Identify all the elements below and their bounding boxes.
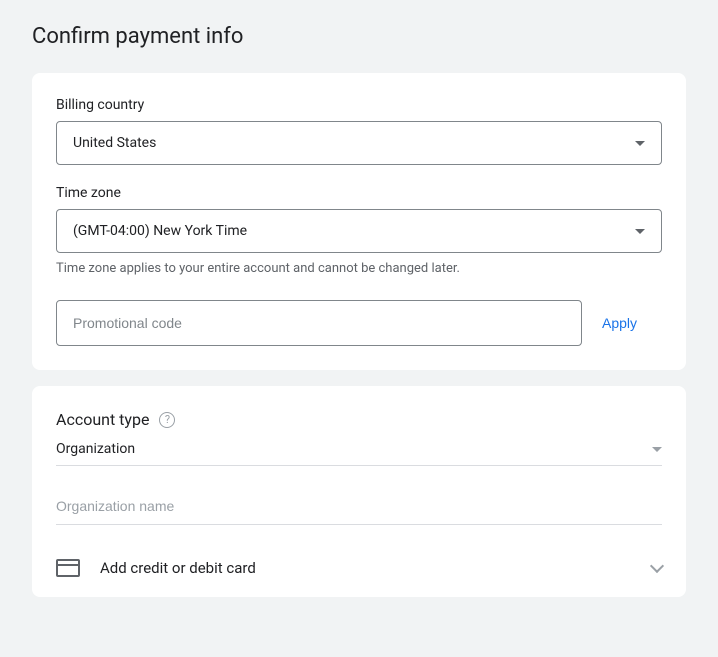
- promo-row: Apply: [56, 300, 662, 346]
- credit-card-icon: [56, 559, 80, 577]
- billing-card: Billing country United States Time zone …: [32, 73, 686, 370]
- billing-country-select[interactable]: United States: [56, 121, 662, 165]
- billing-country-group: Billing country United States: [56, 97, 662, 165]
- add-card-label: Add credit or debit card: [100, 559, 632, 577]
- chevron-down-icon: [650, 559, 664, 573]
- apply-button[interactable]: Apply: [598, 307, 641, 339]
- billing-country-value: United States: [73, 135, 156, 151]
- chevron-down-icon: [635, 141, 645, 146]
- timezone-value: (GMT-04:00) New York Time: [73, 223, 247, 239]
- account-type-label: Account type: [56, 410, 149, 429]
- account-type-select[interactable]: Organization: [56, 435, 662, 466]
- timezone-select[interactable]: (GMT-04:00) New York Time: [56, 209, 662, 253]
- account-type-header: Account type ?: [56, 410, 662, 429]
- timezone-label: Time zone: [56, 185, 662, 201]
- organization-name-input[interactable]: [56, 488, 662, 525]
- add-card-row[interactable]: Add credit or debit card: [56, 555, 662, 581]
- billing-country-label: Billing country: [56, 97, 662, 113]
- chevron-down-icon: [652, 447, 662, 452]
- chevron-down-icon: [635, 229, 645, 234]
- help-icon[interactable]: ?: [159, 412, 175, 428]
- promo-code-input[interactable]: [56, 300, 582, 346]
- timezone-group: Time zone (GMT-04:00) New York Time Time…: [56, 185, 662, 276]
- account-type-value: Organization: [56, 441, 135, 457]
- page-title: Confirm payment info: [32, 24, 686, 49]
- account-card: Account type ? Organization Add credit o…: [32, 386, 686, 597]
- timezone-helper-text: Time zone applies to your entire account…: [56, 261, 662, 276]
